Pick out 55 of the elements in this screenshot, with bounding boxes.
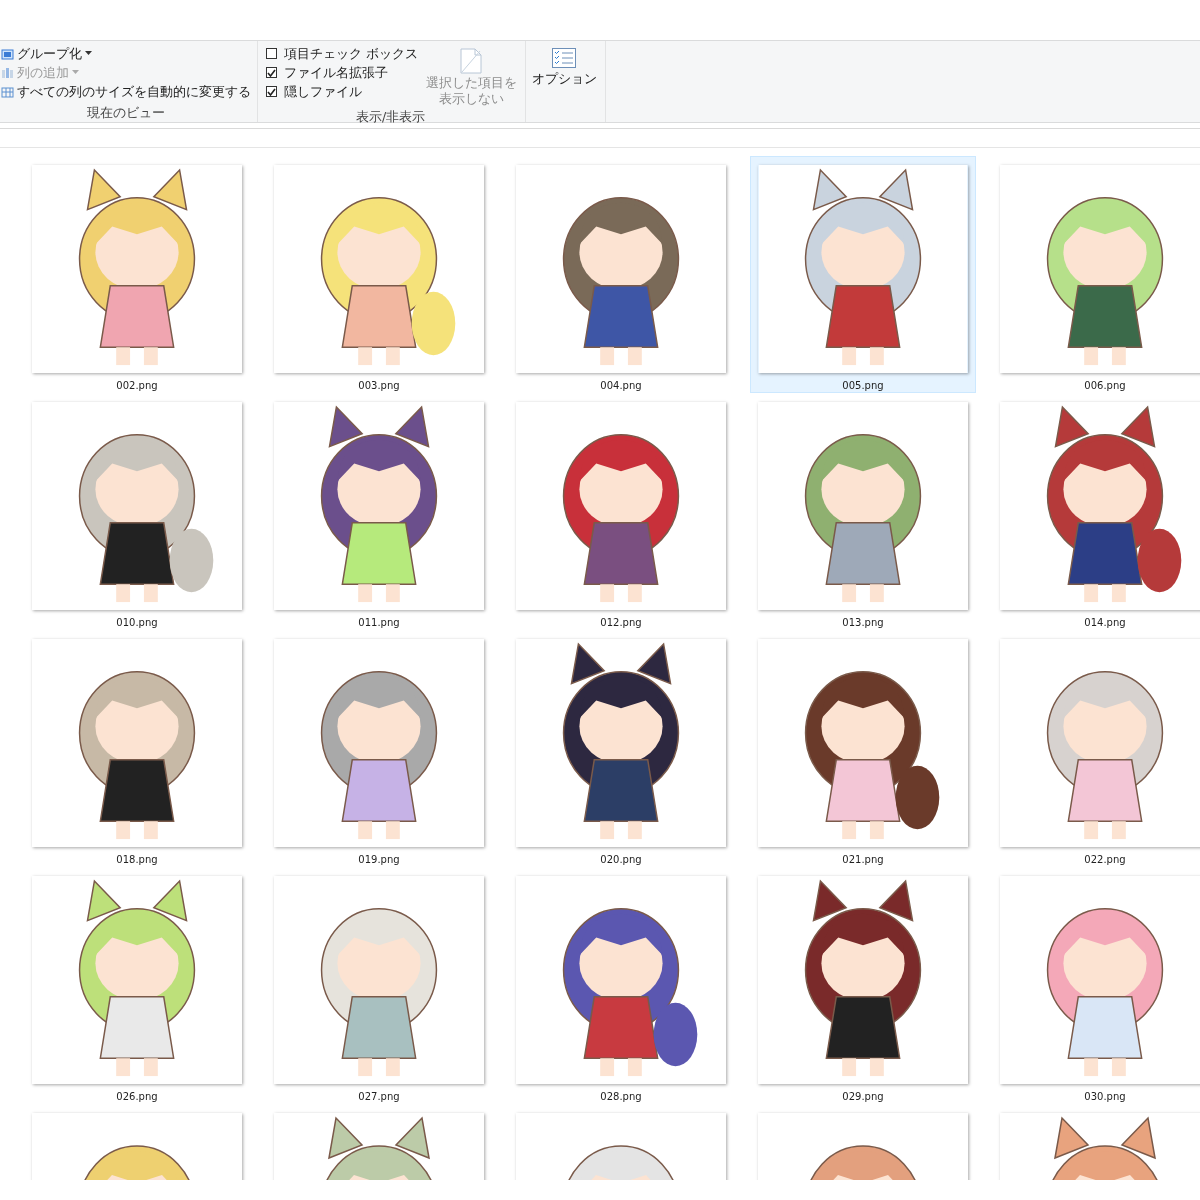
menu-button[interactable]: すべての列のサイズを自動的に変更する [1, 82, 251, 101]
file-name: 003.png [358, 379, 400, 392]
file-name: 011.png [358, 616, 400, 629]
checklist-icon [552, 48, 577, 68]
file-name: 020.png [600, 853, 642, 866]
file-tile[interactable]: 026.png [24, 867, 250, 1104]
file-tile[interactable]: 014.png [992, 393, 1200, 630]
group-icon [1, 47, 14, 60]
file-name: 021.png [842, 853, 884, 866]
file-tile[interactable]: 011.png [266, 393, 492, 630]
file-tile[interactable]: 006.png [992, 156, 1200, 393]
options-button[interactable]: オプション [530, 44, 599, 120]
file-name: 019.png [358, 853, 400, 866]
check-icon [267, 87, 276, 96]
file-name: 006.png [1084, 379, 1126, 392]
checkbox-option[interactable]: 項目チェック ボックス [262, 44, 418, 63]
menu-button[interactable]: グループ化 [1, 44, 251, 63]
file-name: 029.png [842, 1090, 884, 1103]
file-tile[interactable]: 013.png [750, 393, 976, 630]
file-name: 013.png [842, 616, 884, 629]
file-tile[interactable]: 030.png [992, 867, 1200, 1104]
file-tile[interactable]: 027.png [266, 867, 492, 1104]
file-name: 002.png [116, 379, 158, 392]
file-name: 012.png [600, 616, 642, 629]
file-tile[interactable]: 022.png [992, 630, 1200, 867]
grid-icon [1, 85, 14, 98]
file-name: 010.png [116, 616, 158, 629]
file-tile[interactable]: 012.png [508, 393, 734, 630]
checkbox-option[interactable]: ファイル名拡張子 [262, 63, 418, 82]
file-name: 022.png [1084, 853, 1126, 866]
file-name: 028.png [600, 1090, 642, 1103]
file-tile[interactable]: 021.png [750, 630, 976, 867]
file-name: 005.png [842, 379, 884, 392]
file-name: 027.png [358, 1090, 400, 1103]
file-tile[interactable]: 003.png [266, 156, 492, 393]
file-name: 026.png [116, 1090, 158, 1103]
file-name: 004.png [600, 379, 642, 392]
checkbox-option[interactable]: 隠しファイル [262, 82, 418, 101]
group-caption: 現在のビュー [86, 106, 166, 120]
file-tile[interactable]: 002.png [24, 156, 250, 393]
file-tile[interactable]: 005.png [750, 156, 976, 393]
column-icon [1, 66, 14, 79]
document-icon [460, 48, 483, 74]
file-tile[interactable]: 020.png [508, 630, 734, 867]
file-tile[interactable]: 004.png [508, 156, 734, 393]
group-caption: 表示/非表示 [354, 110, 427, 124]
file-tile[interactable]: 029.png [750, 867, 976, 1104]
file-tile[interactable]: 018.png [24, 630, 250, 867]
file-tile[interactable]: 028.png [508, 867, 734, 1104]
file-name: 014.png [1084, 616, 1126, 629]
file-name: 018.png [116, 853, 158, 866]
file-tile[interactable]: 010.png [24, 393, 250, 630]
file-name: 030.png [1084, 1090, 1126, 1103]
file-tile[interactable]: 019.png [266, 630, 492, 867]
check-icon [267, 68, 276, 77]
